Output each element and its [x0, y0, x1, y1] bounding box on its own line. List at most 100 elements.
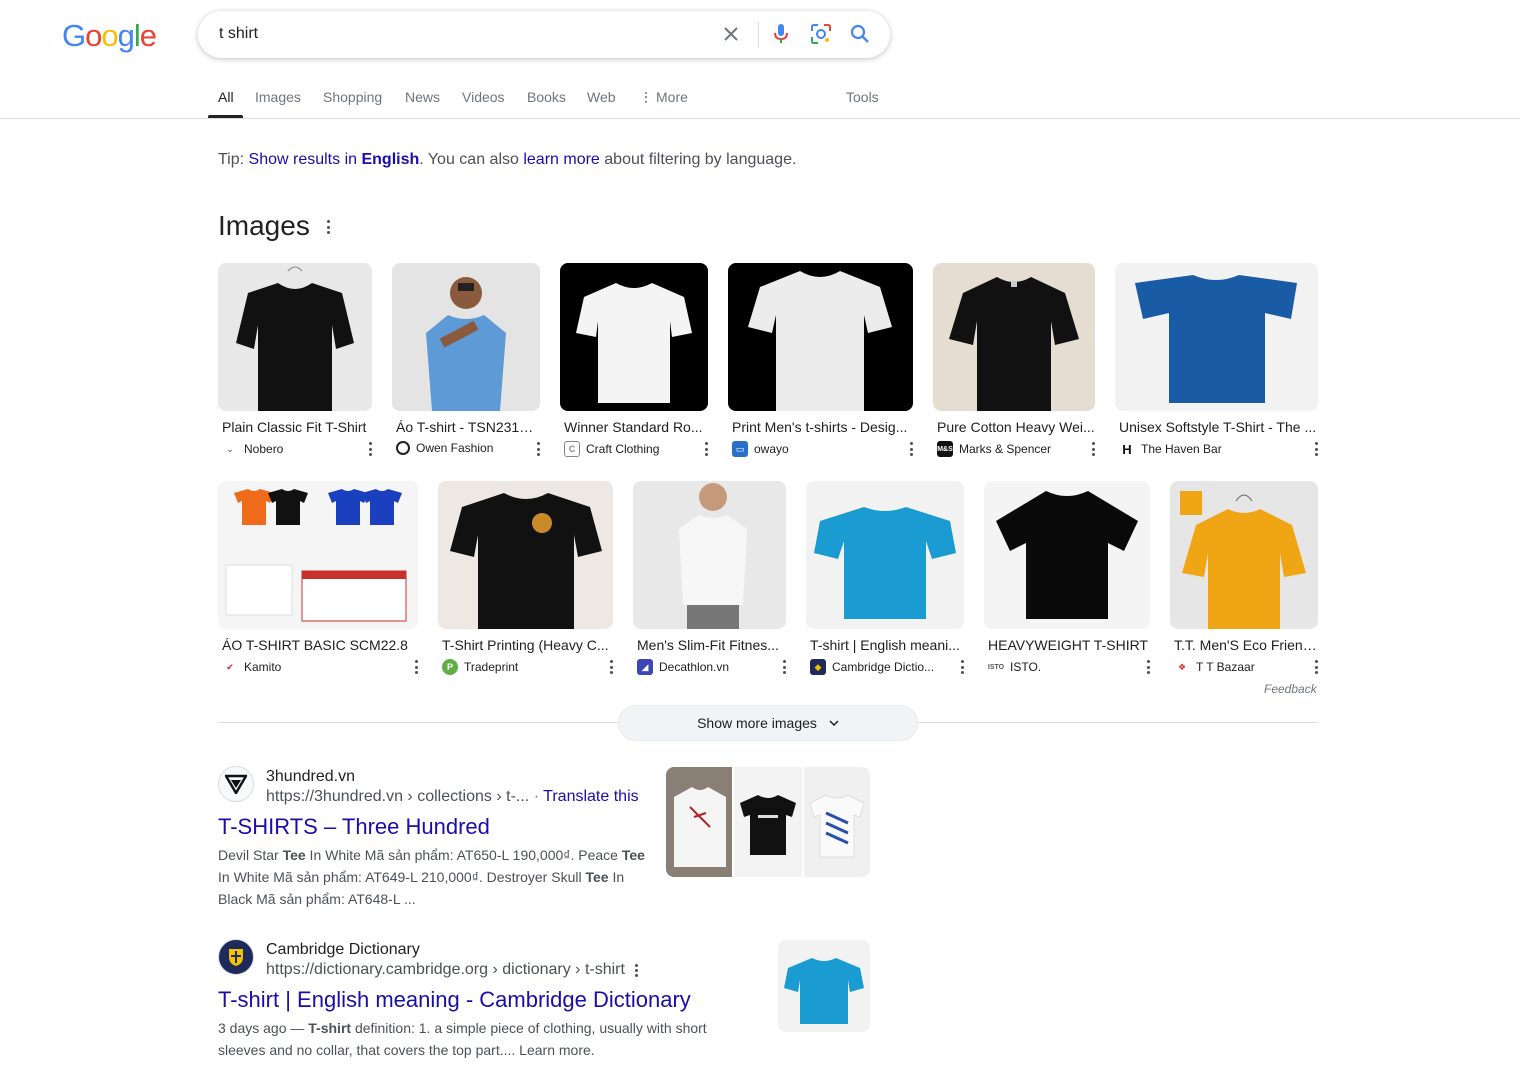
- image-result-card[interactable]: Áo T-shirt - TSN231431 Owen Fashion: [392, 263, 540, 456]
- image-more-icon[interactable]: [1091, 442, 1095, 456]
- lens-icon[interactable]: [810, 23, 832, 45]
- image-source-name: Tradeprint: [464, 660, 519, 674]
- image-more-icon[interactable]: [1146, 660, 1150, 674]
- ms-icon: M&S: [937, 441, 953, 457]
- image-more-icon[interactable]: [414, 660, 418, 674]
- image-result-card[interactable]: T-shirt | English meani... ◆ Cambridge Di…: [806, 481, 964, 675]
- image-result-card[interactable]: Plain Classic Fit T-Shirt ⌄ Nobero: [218, 263, 372, 456]
- result-thumbnail[interactable]: [778, 940, 870, 1032]
- image-title[interactable]: T-Shirt Printing (Heavy C...: [442, 637, 613, 653]
- tshirt-image[interactable]: [806, 481, 964, 629]
- result-thumbnail[interactable]: [804, 767, 870, 877]
- tab-more[interactable]: More: [644, 89, 688, 105]
- tshirt-image[interactable]: [728, 263, 913, 411]
- show-more-images-button[interactable]: Show more images: [618, 705, 918, 741]
- image-source[interactable]: H The Haven Bar: [1119, 441, 1221, 457]
- image-source[interactable]: ISTO ISTO.: [988, 659, 1041, 675]
- tshirt-image[interactable]: [1115, 263, 1318, 411]
- image-result-card[interactable]: T.T. Men'S Eco Friend... ❖ T T Bazaar: [1170, 481, 1318, 674]
- image-result-card[interactable]: ÁO T-SHIRT BASIC SCM22.8 ✔ Kamito: [218, 481, 418, 674]
- snippet-line: 3 days ago — T-shirt definition: 1. a si…: [218, 1020, 707, 1036]
- tshirt-image[interactable]: [392, 263, 540, 411]
- image-more-icon[interactable]: [1314, 660, 1318, 674]
- result-options-icon[interactable]: [635, 963, 639, 977]
- tab-books[interactable]: Books: [527, 89, 566, 105]
- clear-icon[interactable]: [720, 23, 742, 45]
- image-source[interactable]: Owen Fashion: [396, 441, 493, 455]
- result-snippet: Devil Star Tee In White Mã sản phẩm: AT6…: [218, 844, 658, 910]
- image-title[interactable]: Winner Standard Ro...: [564, 419, 708, 435]
- tab-all[interactable]: All: [218, 89, 234, 105]
- image-more-icon[interactable]: [909, 442, 913, 456]
- show-results-link[interactable]: Show results in English: [249, 151, 420, 168]
- image-source[interactable]: ❖ T T Bazaar: [1174, 659, 1255, 675]
- image-title[interactable]: Áo T-shirt - TSN231431: [396, 419, 540, 435]
- feedback-link[interactable]: Feedback: [1264, 682, 1317, 696]
- image-source[interactable]: P Tradeprint: [442, 659, 518, 675]
- tshirt-image[interactable]: [438, 481, 613, 629]
- image-source[interactable]: C Craft Clothing: [564, 441, 659, 457]
- tshirt-image[interactable]: [560, 263, 708, 411]
- image-result-card[interactable]: Unisex Softstyle T-Shirt - The ... H The …: [1115, 263, 1318, 457]
- tradeprint-icon: P: [442, 659, 458, 675]
- search-tabs: All Images Shopping News Videos Books We…: [0, 78, 1520, 119]
- tab-videos[interactable]: Videos: [462, 89, 505, 105]
- image-source[interactable]: ◢ Decathlon.vn: [637, 659, 729, 675]
- result-thumbnail[interactable]: [666, 767, 732, 877]
- result-thumbnail[interactable]: [734, 767, 802, 877]
- image-more-icon[interactable]: [960, 660, 964, 674]
- result-title-link[interactable]: T-shirt | English meaning - Cambridge Di…: [218, 987, 691, 1013]
- image-source[interactable]: ◆ Cambridge Dictio...: [810, 659, 934, 675]
- search-input[interactable]: t shirt: [219, 25, 258, 43]
- image-title[interactable]: Plain Classic Fit T-Shirt: [222, 419, 372, 435]
- result-thumbnails[interactable]: [666, 767, 870, 877]
- image-title[interactable]: T.T. Men'S Eco Friend...: [1174, 637, 1318, 653]
- tshirt-image[interactable]: [218, 481, 418, 629]
- image-more-icon[interactable]: [1314, 442, 1318, 456]
- tab-web[interactable]: Web: [587, 89, 616, 105]
- image-more-icon[interactable]: [609, 660, 613, 674]
- image-source[interactable]: ⌄ Nobero: [222, 441, 283, 457]
- image-source[interactable]: ▭ owayo: [732, 441, 789, 457]
- image-result-card[interactable]: T-Shirt Printing (Heavy C... P Tradeprint: [438, 481, 613, 675]
- image-title[interactable]: Unisex Softstyle T-Shirt - The ...: [1119, 419, 1318, 435]
- image-title[interactable]: Print Men's t-shirts - Desig...: [732, 419, 913, 435]
- tshirt-image[interactable]: [984, 481, 1150, 629]
- tshirt-image[interactable]: [933, 263, 1095, 411]
- kamito-icon: ✔: [226, 661, 234, 672]
- result-title-link[interactable]: T-SHIRTS – Three Hundred: [218, 814, 490, 840]
- tab-images[interactable]: Images: [255, 89, 301, 105]
- search-box[interactable]: t shirt: [198, 11, 890, 58]
- translate-link[interactable]: Translate this: [543, 788, 638, 805]
- image-title[interactable]: T-shirt | English meani...: [810, 637, 964, 653]
- tshirt-image[interactable]: [1170, 481, 1318, 629]
- tshirt-image[interactable]: [633, 481, 786, 629]
- image-result-card[interactable]: Winner Standard Ro... C Craft Clothing: [560, 263, 708, 457]
- language-tip: Tip: Show results in English. You can al…: [218, 151, 796, 169]
- tab-shopping[interactable]: Shopping: [323, 89, 382, 105]
- image-title[interactable]: Pure Cotton Heavy Wei...: [937, 419, 1095, 435]
- image-result-card[interactable]: HEAVYWEIGHT T-SHIRT ISTO ISTO.: [984, 481, 1150, 674]
- image-more-icon[interactable]: [782, 660, 786, 674]
- image-source-name: Nobero: [244, 442, 284, 456]
- tshirt-image[interactable]: [218, 263, 372, 411]
- image-result-card[interactable]: Men's Slim-Fit Fitnes... ◢ Decathlon.vn: [633, 481, 786, 675]
- image-source[interactable]: M&S Marks & Spencer: [937, 441, 1051, 457]
- search-icon[interactable]: [849, 23, 871, 45]
- image-result-card[interactable]: Print Men's t-shirts - Desig... ▭ owayo: [728, 263, 913, 457]
- image-more-icon[interactable]: [536, 442, 540, 456]
- google-logo[interactable]: Google: [62, 18, 157, 54]
- image-more-icon[interactable]: [704, 442, 708, 456]
- microphone-icon[interactable]: [770, 23, 792, 45]
- image-title[interactable]: ÁO T-SHIRT BASIC SCM22.8: [222, 637, 418, 653]
- image-source[interactable]: ✔ Kamito: [222, 659, 281, 675]
- image-title[interactable]: HEAVYWEIGHT T-SHIRT: [988, 637, 1150, 653]
- tab-news[interactable]: News: [405, 89, 440, 105]
- image-title[interactable]: Men's Slim-Fit Fitnes...: [637, 637, 786, 653]
- learn-more-link[interactable]: learn more: [523, 151, 599, 168]
- image-more-icon[interactable]: [368, 442, 372, 456]
- images-options-icon[interactable]: [326, 220, 330, 234]
- tools-button[interactable]: Tools: [846, 89, 879, 105]
- cambridge-site-icon: [218, 939, 254, 975]
- image-result-card[interactable]: Pure Cotton Heavy Wei... M&S Marks & Spen…: [933, 263, 1095, 457]
